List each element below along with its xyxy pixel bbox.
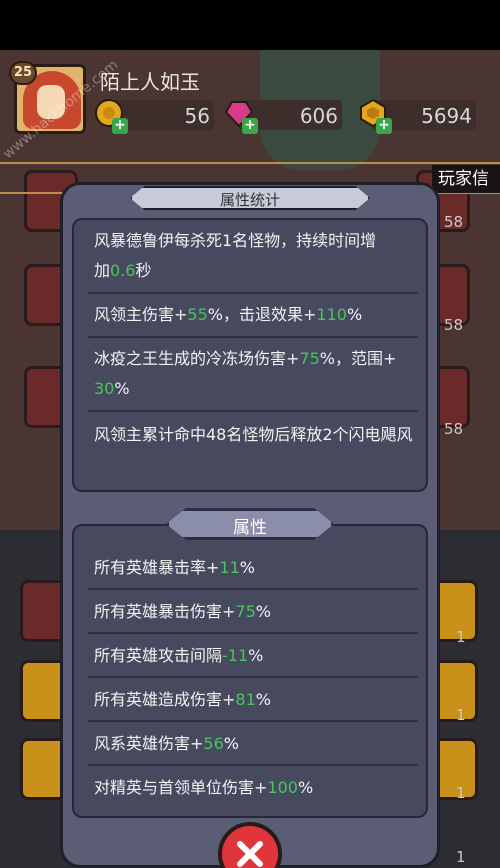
hero-card-count: 58 [444, 213, 464, 231]
add-gold-button[interactable]: + [112, 118, 128, 134]
player-level-badge: 25 [9, 61, 37, 85]
skill-effect-row: 风领主累计命中48名怪物后释放2个闪电飓风 [94, 425, 413, 444]
skill-effect-row: 冰疫之王生成的冷冻场伤害+75%，范围+ 30% [94, 349, 397, 398]
hero-card-count: 58 [444, 316, 464, 334]
dialog-title: 属性统计 [219, 191, 280, 209]
attribute-row: 所有英雄暴击伤害+75% [94, 602, 271, 621]
attribute-row: 所有英雄造成伤害+81% [94, 690, 271, 709]
skill-effect-row: 风暴德鲁伊每杀死1名怪物，持续时间增 加0.6秒 [94, 231, 377, 280]
hero-card-count: 1 [456, 848, 466, 866]
tab-player-info[interactable]: 玩家信 [432, 165, 500, 193]
status-bar-blackout [0, 0, 500, 50]
row-separator [88, 632, 418, 634]
attribute-row: 所有英雄暴击率+11% [94, 558, 255, 577]
row-separator [88, 292, 418, 294]
add-gem-button[interactable]: + [242, 118, 258, 134]
gem-value: 606 [299, 104, 338, 128]
attribute-row: 风系英雄伤害+56% [94, 734, 239, 753]
row-separator [88, 676, 418, 678]
row-separator [88, 410, 418, 412]
add-hex-coin-button[interactable]: + [376, 118, 392, 134]
row-separator [88, 588, 418, 590]
hex-coin-value: 5694 [421, 104, 472, 128]
attribute-row: 所有英雄攻击间隔-11% [94, 646, 264, 665]
divider-line [0, 162, 500, 164]
attributes-title: 属性 [233, 518, 267, 538]
hero-card-count: 1 [456, 706, 466, 724]
row-separator [88, 720, 418, 722]
hero-card-count: 1 [456, 628, 466, 646]
attribute-row: 对精英与首领单位伤害+100% [94, 778, 314, 797]
skill-effect-row: 风领主伤害+55%，击退效果+110% [94, 305, 363, 324]
row-separator [88, 336, 418, 338]
hero-card-count: 1 [456, 784, 466, 802]
hero-card-count: 58 [444, 420, 464, 438]
gold-value: 56 [184, 104, 210, 128]
row-separator [88, 764, 418, 766]
close-icon [237, 841, 263, 867]
